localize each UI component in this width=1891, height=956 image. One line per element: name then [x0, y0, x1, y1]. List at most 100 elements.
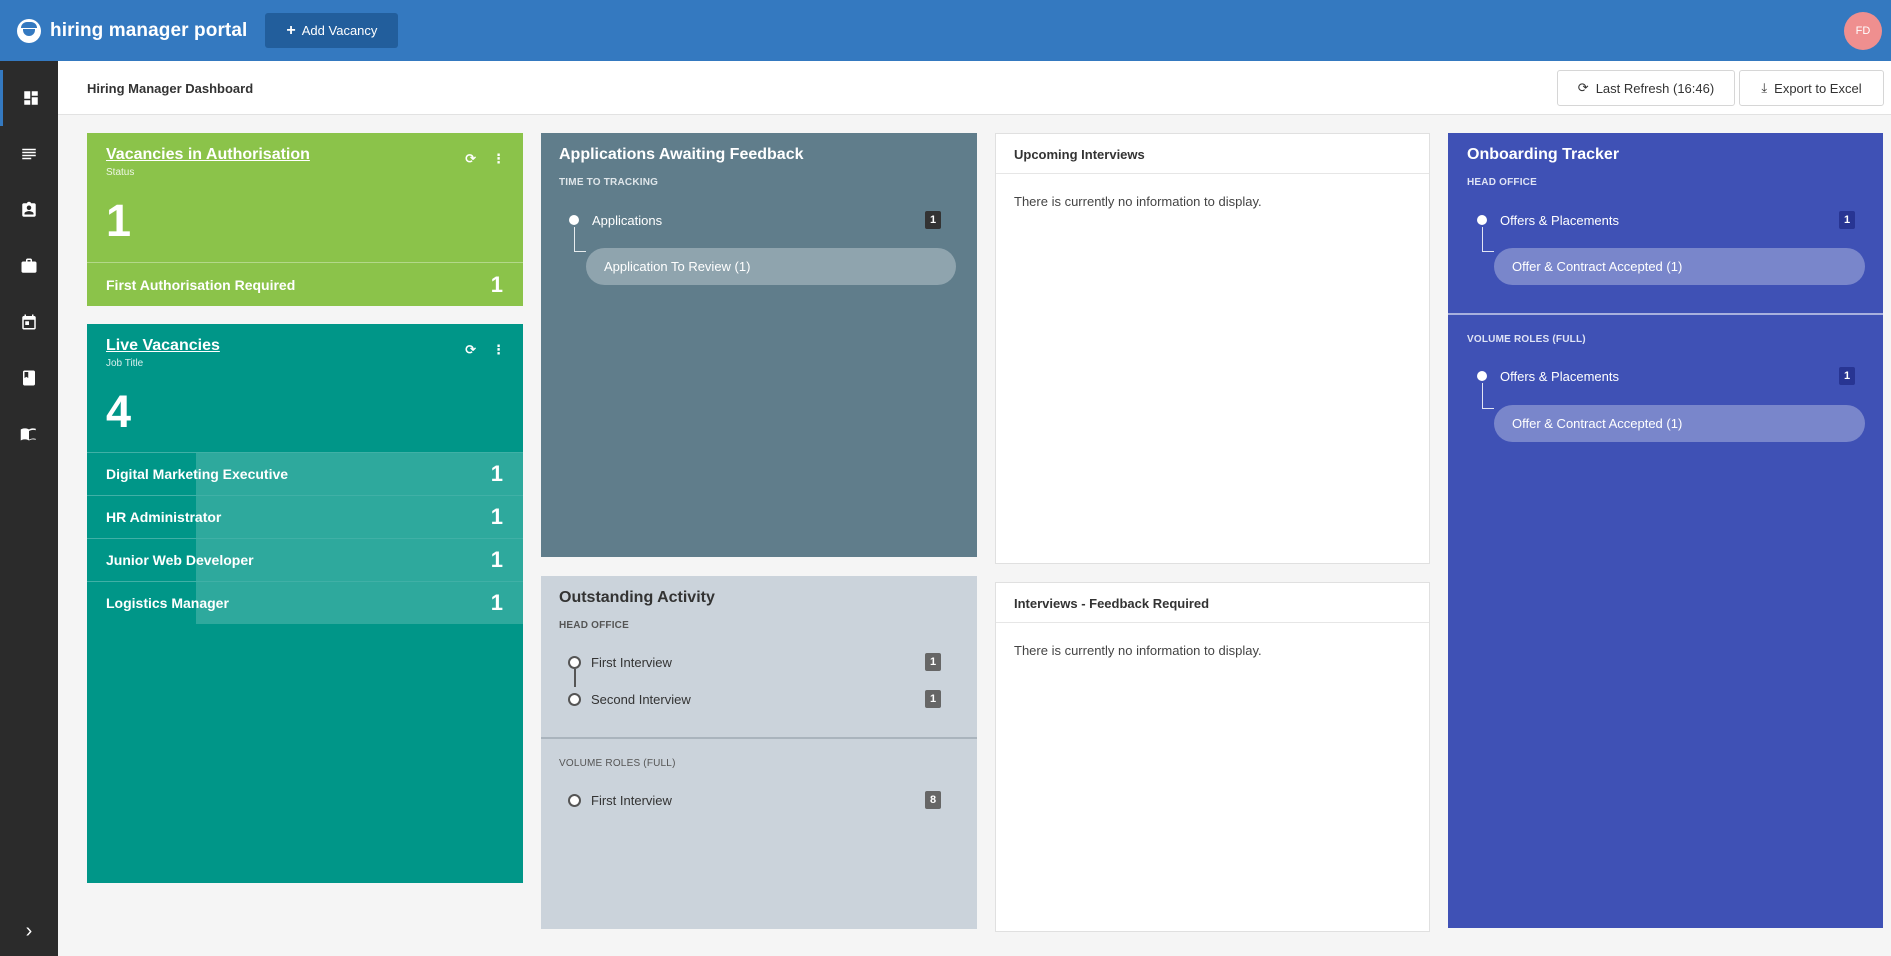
open-book-icon — [20, 428, 36, 441]
auth-total: 1 — [106, 195, 132, 246]
count-badge: 1 — [1839, 367, 1855, 385]
tree-connector — [1482, 383, 1494, 409]
timeline-line — [574, 669, 576, 687]
chevron-right-icon: › — [25, 919, 33, 942]
row-label: Logistics Manager — [106, 595, 229, 611]
list-item[interactable]: Digital Marketing Executive 1 — [87, 452, 523, 495]
offer-contract-accepted-pill[interactable]: Offer & Contract Accepted (1) — [1494, 405, 1865, 442]
timeline-label: First Interview — [591, 654, 672, 670]
sidebar-item-notebook[interactable] — [0, 350, 58, 406]
vacancies-in-authorisation-title[interactable]: Vacancies in Authorisation — [106, 146, 310, 164]
page-title: Hiring Manager Dashboard — [87, 81, 254, 96]
timeline-label: Offers & Placements — [1500, 368, 1619, 384]
timeline-item-first-interview-volume[interactable]: First Interview 8 — [568, 790, 941, 810]
timeline-label: Applications — [592, 212, 663, 228]
top-bar: hiring manager portal + Add Vacancy FD — [0, 0, 1891, 61]
last-refresh-button[interactable]: ⟳ Last Refresh (16:46) — [1557, 70, 1735, 106]
last-refresh-label: Last Refresh (16:46) — [1595, 80, 1715, 96]
row-count: 1 — [490, 271, 503, 297]
sidebar-item-dashboard[interactable] — [0, 70, 58, 126]
section-label: VOLUME ROLES (FULL) — [559, 758, 676, 769]
dashboard-icon — [23, 91, 38, 105]
refresh-icon[interactable]: ⟳ — [465, 151, 476, 167]
divider — [1448, 313, 1883, 315]
avatar[interactable]: FD — [1844, 12, 1882, 50]
sidebar-item-list[interactable] — [0, 126, 58, 182]
row-count: 1 — [490, 461, 503, 486]
sidebar: › — [0, 61, 58, 956]
count-badge: 1 — [925, 653, 941, 671]
book-icon — [23, 370, 35, 386]
sidebar-item-calendar[interactable] — [0, 294, 58, 350]
export-excel-button[interactable]: ⤓ Export to Excel — [1739, 70, 1884, 106]
application-to-review-pill[interactable]: Application To Review (1) — [586, 248, 956, 285]
clipboard-icon — [22, 201, 36, 217]
live-total: 4 — [106, 386, 132, 437]
sidebar-item-guides[interactable] — [0, 406, 58, 462]
outstanding-activity-card: Outstanding Activity HEAD OFFICE First I… — [541, 576, 977, 929]
upcoming-interviews-card: Upcoming Interviews There is currently n… — [995, 133, 1430, 564]
vacancies-in-authorisation-card: Vacancies in Authorisation Status ⟳ ⋮ 1 … — [87, 133, 523, 306]
timeline-label: First Interview — [591, 792, 672, 808]
row-bar — [196, 496, 523, 538]
logo[interactable]: hiring manager portal — [17, 18, 248, 43]
sidebar-expand-button[interactable]: › — [0, 906, 58, 956]
interviews-feedback-title: Interviews - Feedback Required — [996, 583, 1429, 623]
add-vacancy-button[interactable]: + Add Vacancy — [265, 13, 399, 48]
row-count: 1 — [490, 590, 503, 615]
live-card-subtitle: Job Title — [106, 358, 144, 369]
dashboard-header: Hiring Manager Dashboard ⟳ Last Refresh … — [58, 61, 1891, 115]
timeline-item-applications[interactable]: Applications 1 — [569, 210, 941, 230]
list-icon — [22, 148, 36, 160]
bullet-icon — [1477, 371, 1487, 381]
list-item[interactable]: Junior Web Developer 1 — [87, 538, 523, 581]
list-item[interactable]: First Authorisation Required 1 — [87, 262, 523, 306]
list-item[interactable]: Logistics Manager 1 — [87, 581, 523, 624]
circle-icon — [568, 793, 581, 807]
count-badge: 1 — [925, 211, 941, 229]
outstanding-activity-title: Outstanding Activity — [559, 589, 715, 606]
row-label: First Authorisation Required — [106, 276, 296, 293]
timeline-item-offers-placements-volume[interactable]: Offers & Placements 1 — [1477, 366, 1855, 386]
logo-face-icon — [17, 18, 41, 43]
circle-icon — [568, 655, 581, 669]
list-item[interactable]: HR Administrator 1 — [87, 495, 523, 538]
more-vert-icon[interactable]: ⋮ — [492, 151, 505, 167]
row-label: HR Administrator — [106, 509, 222, 525]
sidebar-item-candidates[interactable] — [0, 182, 58, 238]
upcoming-interviews-title: Upcoming Interviews — [996, 134, 1429, 174]
refresh-icon: ⟳ — [1577, 80, 1589, 95]
section-label: VOLUME ROLES (FULL) — [1467, 334, 1586, 345]
count-badge: 1 — [925, 690, 941, 708]
empty-message: There is currently no information to dis… — [1014, 643, 1262, 658]
timeline-item-first-interview[interactable]: First Interview 1 — [568, 652, 941, 672]
tree-connector — [574, 227, 586, 252]
section-label: TIME TO TRACKING — [559, 177, 659, 188]
offer-contract-accepted-pill[interactable]: Offer & Contract Accepted (1) — [1494, 248, 1865, 285]
applications-awaiting-feedback-title: Applications Awaiting Feedback — [559, 146, 804, 163]
onboarding-tracker-title: Onboarding Tracker — [1467, 146, 1620, 163]
timeline-item-second-interview[interactable]: Second Interview 1 — [568, 689, 941, 709]
calendar-icon — [22, 314, 36, 330]
sidebar-item-vacancies[interactable] — [0, 238, 58, 294]
row-count: 1 — [490, 547, 503, 572]
row-count: 1 — [490, 504, 503, 529]
export-excel-label: Export to Excel — [1774, 80, 1862, 96]
row-label: Digital Marketing Executive — [106, 466, 289, 482]
app-title: hiring manager portal — [50, 19, 248, 41]
download-icon: ⤓ — [1761, 80, 1768, 95]
auth-card-subtitle: Status — [106, 167, 135, 178]
row-label: Junior Web Developer — [106, 552, 254, 568]
section-label: HEAD OFFICE — [559, 620, 629, 631]
refresh-icon[interactable]: ⟳ — [465, 342, 476, 358]
section-label: HEAD OFFICE — [1467, 177, 1537, 188]
onboarding-tracker-card: Onboarding Tracker HEAD OFFICE Offers & … — [1448, 133, 1883, 928]
timeline-item-offers-placements[interactable]: Offers & Placements 1 — [1477, 210, 1855, 230]
count-badge: 8 — [925, 791, 941, 809]
more-vert-icon[interactable]: ⋮ — [492, 342, 505, 358]
timeline-label: Offers & Placements — [1500, 212, 1619, 228]
live-vacancies-card: Live Vacancies Job Title ⟳ ⋮ 4 Digital M… — [87, 324, 523, 883]
tree-connector — [1482, 227, 1494, 252]
live-vacancies-title[interactable]: Live Vacancies — [106, 337, 220, 355]
circle-icon — [568, 692, 581, 706]
